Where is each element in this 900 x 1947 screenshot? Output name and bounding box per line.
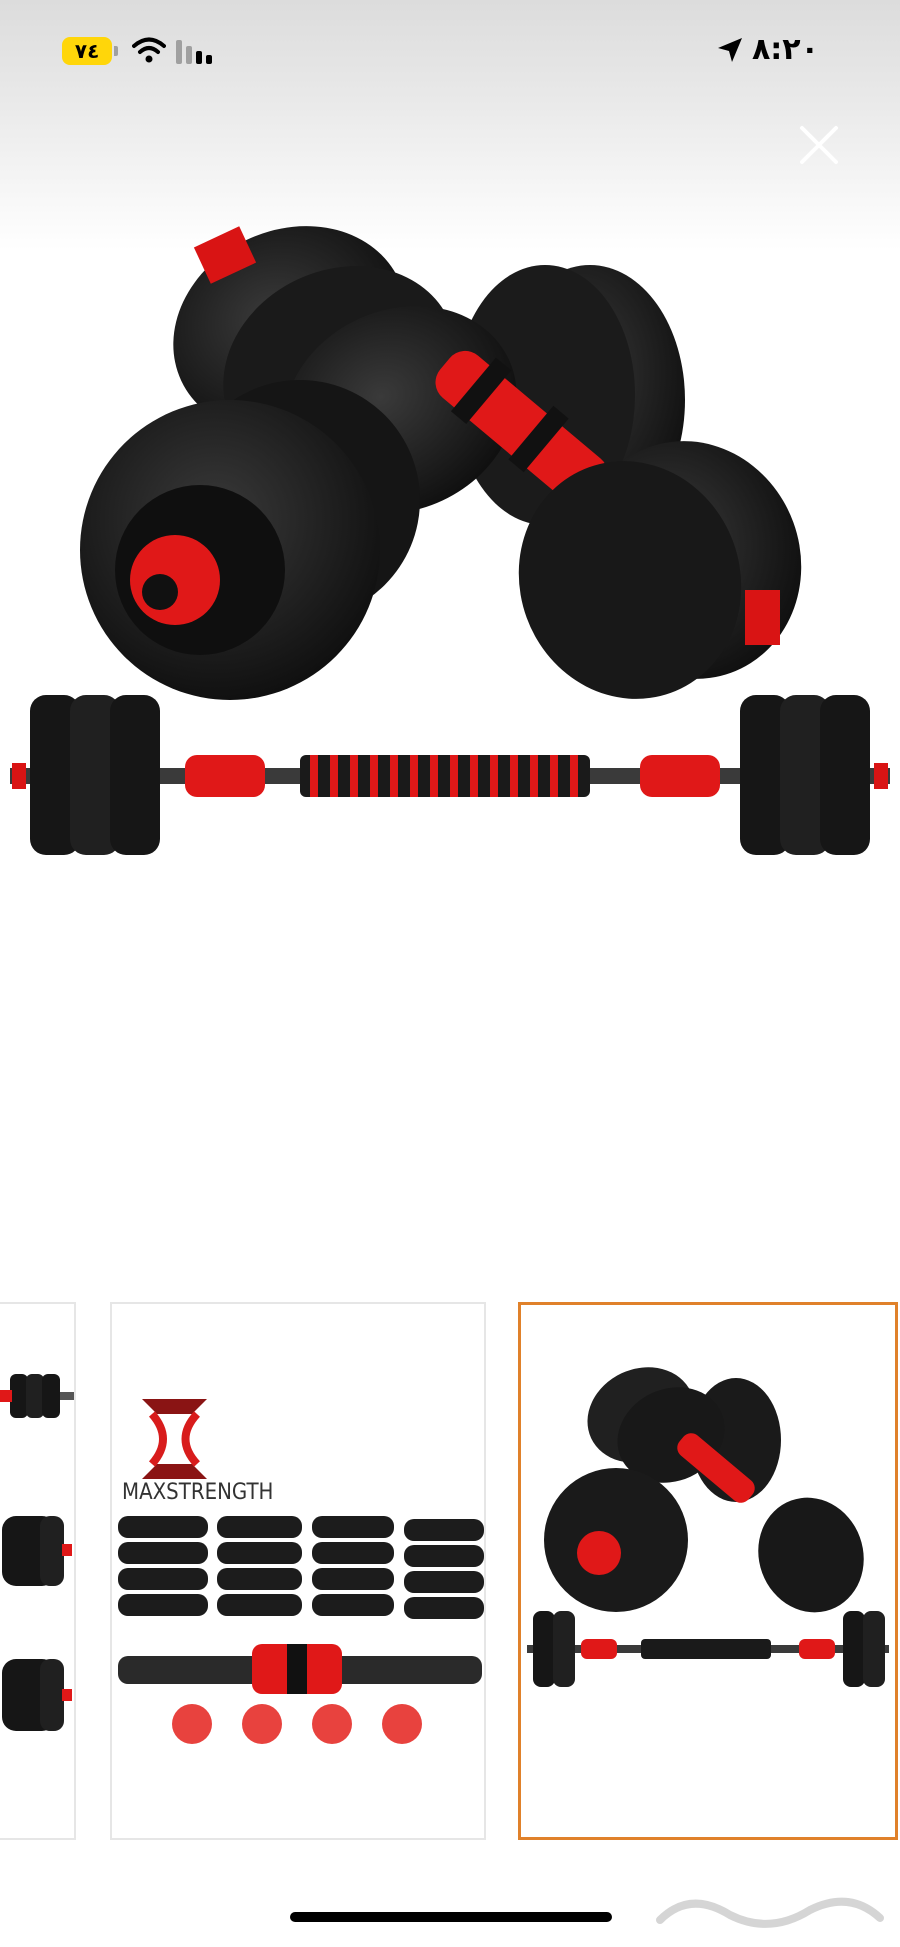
thumbnail-1[interactable] bbox=[0, 1302, 76, 1840]
thumbnail-3-image bbox=[527, 1367, 889, 1687]
product-main-image[interactable] bbox=[0, 220, 900, 1070]
close-icon[interactable] bbox=[796, 122, 842, 168]
thumbnail-1-image bbox=[0, 1374, 74, 1731]
brand-name: MAXSTRENGTH bbox=[122, 1480, 274, 1505]
maxstrength-logo-icon bbox=[142, 1399, 207, 1479]
haraj-watermark-icon bbox=[656, 1897, 884, 1928]
thumbnail-2[interactable]: MAXSTRENGTH bbox=[110, 1302, 486, 1840]
thumbnail-2-image bbox=[118, 1399, 484, 1744]
battery-cap bbox=[114, 46, 118, 56]
status-time: ٨:٢٠ bbox=[752, 32, 819, 67]
battery-indicator: ٧٤ bbox=[62, 36, 118, 66]
cellular-signal-icon bbox=[176, 40, 212, 64]
thumbnail-3-selected[interactable] bbox=[518, 1302, 898, 1840]
battery-level: ٧٤ bbox=[62, 37, 113, 65]
home-indicator[interactable] bbox=[290, 1912, 612, 1922]
status-bar: ٧٤ ٨:٢٠ bbox=[0, 0, 900, 100]
wifi-icon bbox=[132, 37, 166, 63]
location-arrow-icon bbox=[718, 38, 742, 62]
